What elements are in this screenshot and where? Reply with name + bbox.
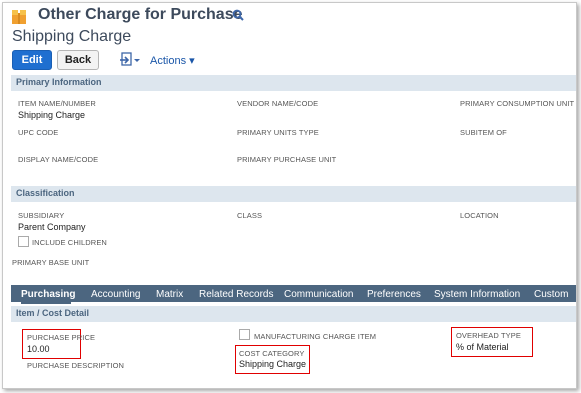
cost-category-value: Shipping Charge [239, 359, 307, 369]
primary-base-unit-label: PRIMARY BASE UNIT [12, 258, 90, 267]
tab-related-records[interactable]: Related Records [199, 289, 273, 300]
section-title: Classification [16, 188, 75, 198]
purchase-description-label: PURCHASE DESCRIPTION [27, 361, 125, 370]
cost-category-label: COST CATEGORY [239, 349, 305, 358]
vendor-name-label: VENDOR NAME/CODE [237, 99, 319, 108]
tab-preferences[interactable]: Preferences [367, 289, 421, 300]
actions-menu[interactable]: Actions ▾ [150, 54, 195, 67]
manufacturing-charge-checkbox[interactable] [239, 329, 250, 340]
active-tab-indicator [21, 302, 71, 304]
upc-code-label: UPC CODE [18, 128, 59, 137]
subsidiary-value: Parent Company [18, 222, 86, 232]
subitem-of-label: SUBITEM OF [460, 128, 507, 137]
tab-purchasing[interactable]: Purchasing [21, 289, 75, 300]
record-type-icon [12, 10, 26, 24]
include-children-checkbox[interactable] [18, 236, 29, 247]
tab-custom[interactable]: Custom [534, 289, 568, 300]
cost-detail-section[interactable]: Item / Cost Detail [11, 306, 576, 322]
item-name-label: ITEM NAME/NUMBER [18, 99, 96, 108]
purchase-price-value: 10.00 [27, 344, 50, 354]
display-name-label: DISPLAY NAME/CODE [18, 155, 99, 164]
back-button[interactable]: Back [57, 50, 99, 70]
primary-units-type-label: PRIMARY UNITS TYPE [237, 128, 319, 137]
primary-information-section[interactable]: Primary Information [11, 75, 576, 91]
section-title: Primary Information [16, 77, 102, 87]
record-name: Shipping Charge [12, 28, 132, 45]
primary-purchase-unit-label: PRIMARY PURCHASE UNIT [237, 155, 337, 164]
class-label: CLASS [237, 211, 263, 220]
record-page: Other Charge for Purchase Shipping Charg… [2, 2, 577, 389]
overhead-type-value: % of Material [456, 342, 509, 352]
subsidiary-label: SUBSIDIARY [18, 211, 65, 220]
search-icon[interactable] [232, 9, 244, 21]
classification-section[interactable]: Classification [11, 186, 576, 202]
manufacturing-charge-label: MANUFACTURING CHARGE ITEM [254, 332, 377, 341]
primary-consumption-unit-label: PRIMARY CONSUMPTION UNIT [460, 99, 575, 108]
tab-communication[interactable]: Communication [284, 289, 353, 300]
subtab-bar: Purchasing Accounting Matrix Related Rec… [11, 285, 576, 302]
section-title: Item / Cost Detail [16, 308, 90, 318]
include-children-label: INCLUDE CHILDREN [32, 238, 107, 247]
location-label: LOCATION [460, 211, 499, 220]
item-name-value: Shipping Charge [18, 110, 86, 120]
edit-button[interactable]: Edit [12, 50, 52, 70]
tab-matrix[interactable]: Matrix [156, 289, 183, 300]
tab-system-information[interactable]: System Information [434, 289, 520, 300]
new-record-dropdown-icon[interactable] [119, 51, 141, 69]
record-type-title: Other Charge for Purchase [38, 6, 243, 23]
tab-accounting[interactable]: Accounting [91, 289, 140, 300]
purchase-price-label: PURCHASE PRICE [27, 333, 96, 342]
overhead-type-label: OVERHEAD TYPE [456, 331, 521, 340]
